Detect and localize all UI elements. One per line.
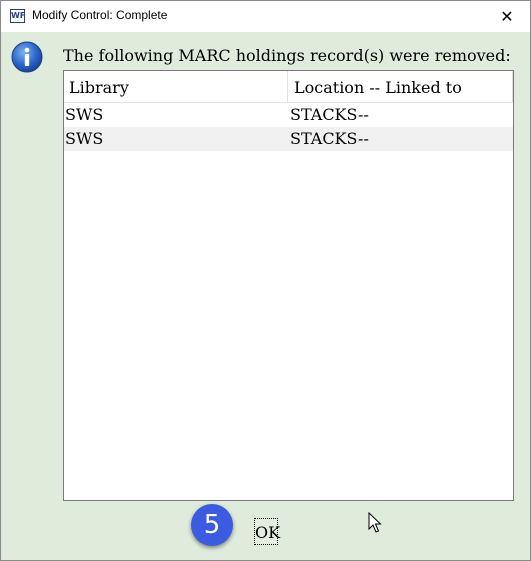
table-row[interactable]: SWS STACKS--: [64, 127, 513, 151]
cell-library: SWS: [65, 129, 104, 148]
mouse-cursor-icon: [368, 512, 382, 533]
close-button[interactable]: ✕: [484, 1, 530, 32]
title-bar: WF Modify Control: Complete ✕: [1, 1, 530, 32]
cell-location: STACKS--: [290, 129, 369, 148]
holdings-table[interactable]: Library Location -- Linked to SWS STACKS…: [63, 70, 514, 501]
dialog-message: The following MARC holdings record(s) we…: [63, 46, 511, 65]
table-row[interactable]: SWS STACKS--: [64, 103, 513, 127]
ok-button[interactable]: OK: [254, 518, 280, 545]
table-header: Library Location -- Linked to: [64, 71, 513, 103]
cell-location: STACKS--: [290, 105, 369, 124]
dialog-window: WF Modify Control: Complete ✕ The follow…: [0, 0, 531, 561]
column-header-library[interactable]: Library: [64, 71, 288, 102]
column-header-location[interactable]: Location -- Linked to: [289, 71, 513, 102]
cell-library: SWS: [65, 105, 104, 124]
window-title: Modify Control: Complete: [32, 8, 168, 22]
info-icon: [11, 41, 43, 73]
app-icon: WF: [10, 9, 25, 23]
step-badge: 5: [191, 504, 233, 546]
